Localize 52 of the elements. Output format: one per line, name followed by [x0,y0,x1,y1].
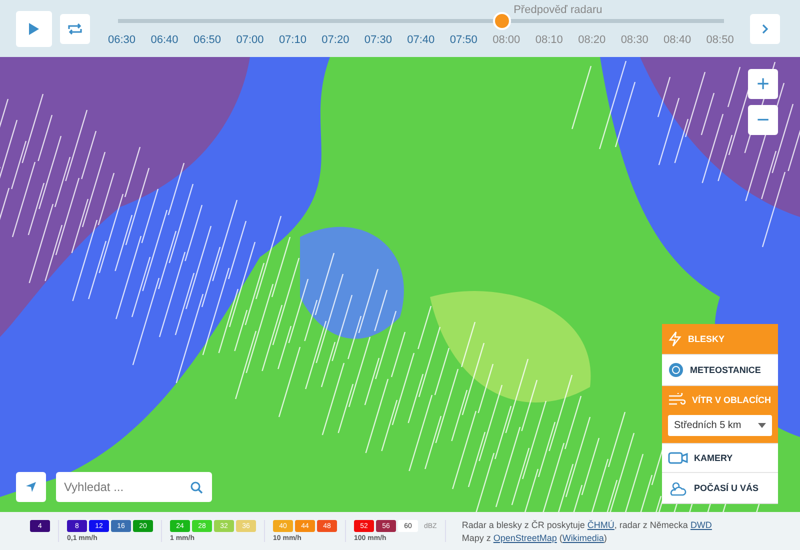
time-label[interactable]: 08:20 [578,34,606,46]
layer-label: BLESKY [688,334,725,344]
time-label[interactable]: 06:40 [150,34,178,46]
zoom-in-button[interactable]: + [748,69,778,99]
layer-label: POČASÍ U VÁS [694,483,759,493]
search-icon [190,481,203,494]
zoom-out-button[interactable]: − [748,105,778,135]
osm-link[interactable]: OpenStreetMap [493,532,557,542]
layer-toggle[interactable]: BLESKY [662,324,778,355]
layer-label: KAMERY [694,453,733,463]
chevron-right-icon [761,22,769,34]
lightning-icon [668,331,682,347]
time-label[interactable]: 07:40 [407,34,435,46]
altitude-dropdown[interactable]: Středních 5 km [668,415,772,436]
locate-button[interactable] [16,472,46,502]
time-label[interactable]: 08:30 [620,34,648,46]
time-label[interactable]: 07:10 [278,34,306,46]
time-label[interactable]: 07:20 [322,34,350,46]
next-button[interactable] [750,14,780,44]
map-credits-text: Mapy z OpenStreetMap (Wikimedia) [462,532,608,542]
layer-toggle[interactable]: VÍTR V OBLACÍCH Středních 5 km [662,386,778,444]
search-field[interactable]: Vyhledat ... [56,472,212,502]
camera-icon [668,451,688,465]
layer-label: VÍTR V OBLACÍCH [692,395,772,405]
layer-toggle[interactable]: KAMERY [662,444,778,473]
time-label[interactable]: 06:30 [108,34,136,46]
repeat-button[interactable] [60,14,90,44]
layer-label: METEOSTANICE [690,365,761,375]
layer-toggle[interactable]: POČASÍ U VÁS [662,473,778,504]
time-label[interactable]: 07:50 [450,34,478,46]
play-icon [28,22,40,36]
time-label[interactable]: 08:00 [492,34,520,46]
wind-icon [668,393,686,407]
repeat-icon [67,22,83,36]
time-label[interactable]: 06:50 [193,34,221,46]
time-label[interactable]: 07:30 [364,34,392,46]
slider-thumb[interactable] [492,12,511,30]
play-button[interactable] [16,10,52,46]
time-label[interactable]: 08:50 [706,34,734,46]
time-label[interactable]: 08:40 [664,34,692,46]
time-label[interactable]: 08:10 [535,34,563,46]
time-label[interactable]: 07:00 [236,34,264,46]
station-icon [668,362,684,378]
location-arrow-icon [25,481,37,493]
credits-text: Radar a blesky z ČR poskytuje ČHMÚ, radar z Německa DWD [462,520,712,530]
wikimedia-link[interactable]: Wikimedia [562,532,604,542]
dwd-link[interactable]: DWD [690,520,712,530]
forecast-label: Předpověď radaru [514,4,602,16]
layer-toggle[interactable]: METEOSTANICE [662,355,778,386]
caret-icon [758,423,766,428]
sun-cloud-icon [668,480,688,496]
chmu-link[interactable]: ČHMÚ [587,520,614,530]
